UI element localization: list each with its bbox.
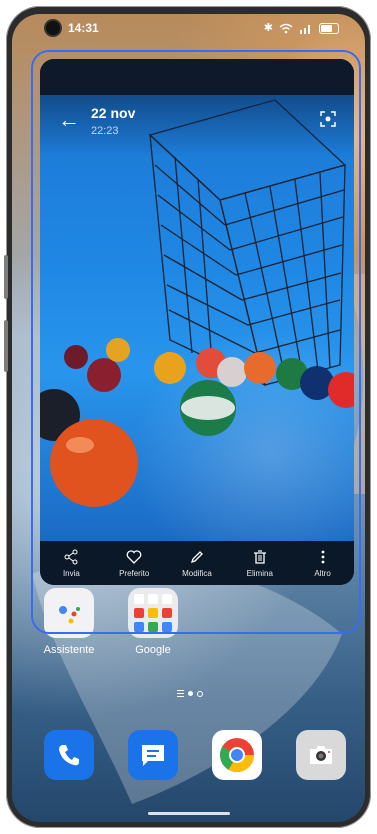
status-time: 14:31 (68, 21, 99, 35)
wifi-icon (279, 23, 293, 33)
camera-app[interactable] (296, 730, 346, 780)
chrome-icon (220, 738, 254, 772)
volume-button (4, 255, 8, 299)
camera-icon (310, 746, 332, 764)
status-bar: 14:31 ✱ (12, 14, 365, 42)
power-button (4, 320, 8, 372)
page-list-icon (177, 690, 184, 697)
page-dot-active (188, 691, 193, 696)
signal-icon (300, 24, 310, 34)
chrome-app[interactable] (212, 730, 262, 780)
messages-icon (142, 745, 164, 766)
battery-icon (319, 22, 339, 34)
bluetooth-icon: ✱ (263, 21, 273, 34)
messages-app[interactable] (128, 730, 178, 780)
selected-card-outline (31, 50, 361, 634)
front-camera-icon (46, 21, 60, 35)
phone-icon (59, 745, 79, 766)
google-label: Google (135, 644, 171, 656)
page-dot (197, 690, 203, 697)
assistant-label: Assistente (43, 644, 95, 656)
phone-app[interactable] (44, 730, 94, 780)
home-gesture-bar[interactable] (148, 812, 230, 815)
page-indicator (177, 690, 203, 697)
